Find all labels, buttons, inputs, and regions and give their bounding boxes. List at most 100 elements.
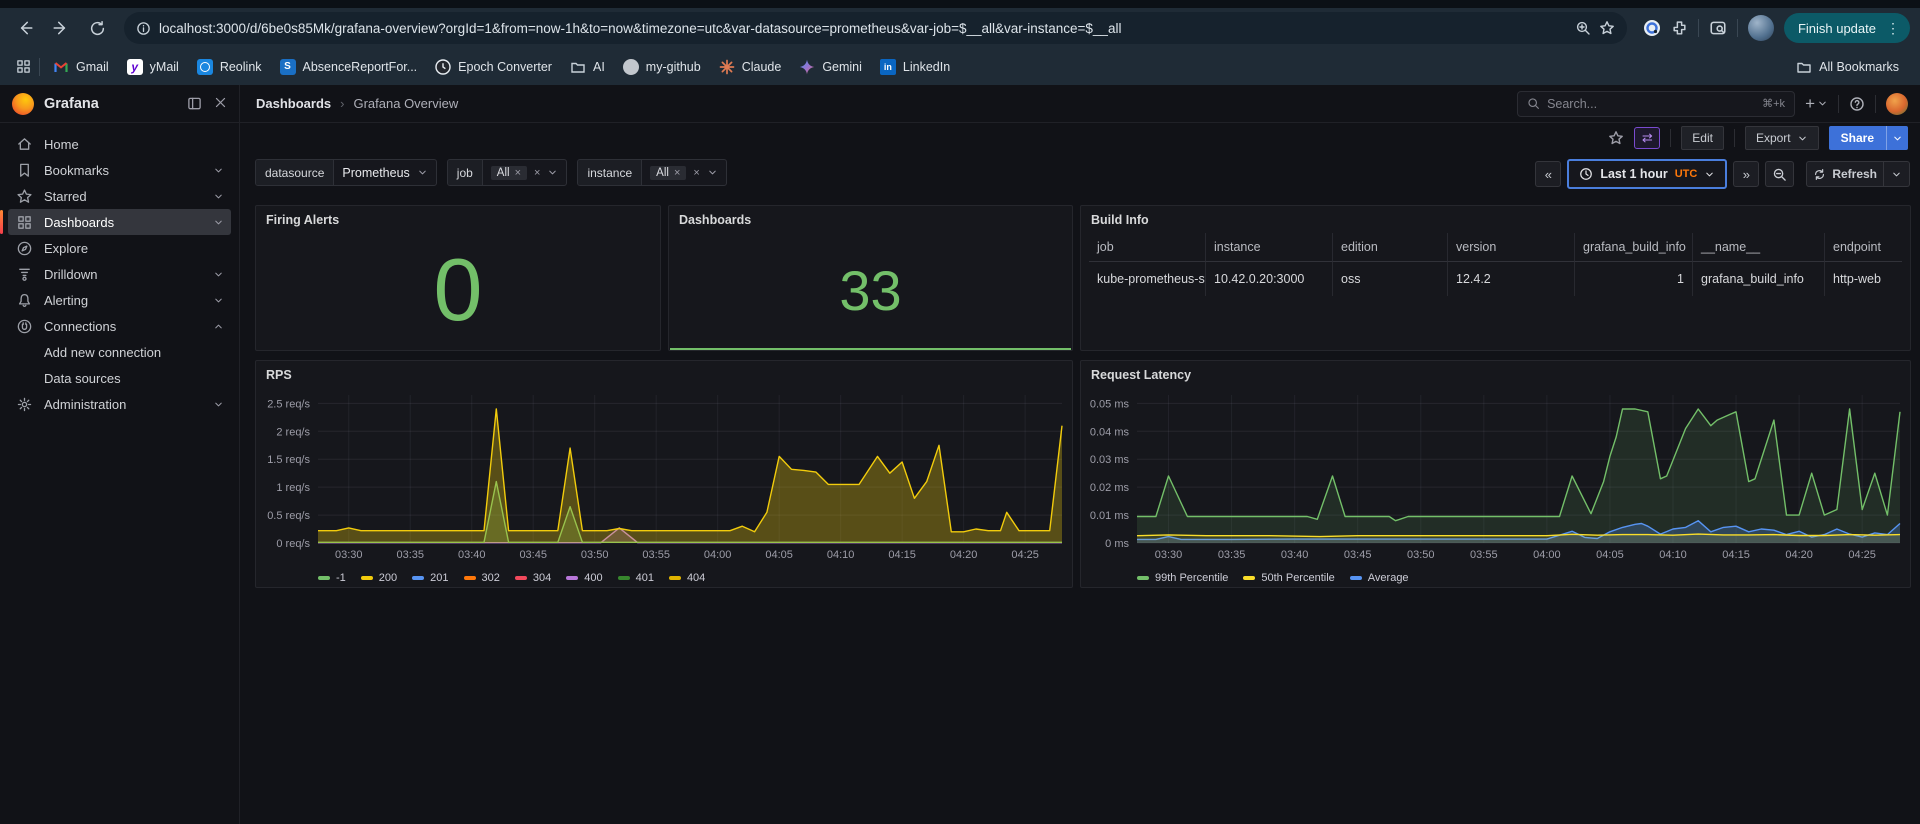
legend-item-99th-Percentile[interactable]: 99th Percentile [1137, 572, 1228, 584]
table-header-__name__[interactable]: __name__ [1692, 233, 1824, 262]
sidebar-item-drilldown[interactable]: Drilldown [8, 261, 231, 287]
panel-title[interactable]: Firing Alerts [256, 206, 660, 231]
all-bookmarks-button[interactable]: All Bookmarks [1787, 55, 1908, 79]
panel-title[interactable]: RPS [256, 361, 1072, 386]
variable-chip[interactable]: All × [490, 165, 528, 180]
table-header-job[interactable]: job [1089, 233, 1205, 262]
bookmark-item[interactable]: Reolink [188, 55, 271, 79]
chart-svg[interactable]: 0 ms 0.01 ms 0.02 ms 0.03 ms 0.04 ms 0.05 ms 0… [1081, 387, 1910, 585]
edit-button[interactable]: Edit [1681, 126, 1724, 150]
panel-title[interactable]: Dashboards [669, 206, 1072, 231]
close-sidebar-icon[interactable] [214, 96, 227, 111]
favorite-star-icon[interactable] [1608, 130, 1624, 146]
grafana-logo-icon[interactable] [12, 92, 34, 115]
datasource-swap-icon[interactable]: ⇄ [1634, 127, 1661, 149]
legend-item-304[interactable]: 304 [514, 572, 551, 584]
legend-item-201[interactable]: 201 [412, 572, 449, 584]
clear-icon[interactable]: × [534, 167, 540, 179]
refresh-interval-dropdown[interactable] [1884, 161, 1910, 187]
rps-chart[interactable]: 0 req/s 0.5 req/s 1 req/s 1.5 req/s 2 req/s 2… [256, 387, 1072, 587]
back-icon[interactable] [10, 13, 40, 43]
legend-item-Average[interactable]: Average [1349, 572, 1409, 584]
sidebar-item-home[interactable]: Home [8, 131, 231, 157]
bookmark-item[interactable]: Gmail [44, 55, 118, 79]
sidebar-item-connections[interactable]: Connections [8, 313, 231, 339]
bookmark-item[interactable]: in LinkedIn [871, 55, 959, 79]
sidebar-item-administration[interactable]: Administration [8, 391, 231, 417]
table-header-version[interactable]: version [1447, 233, 1574, 262]
url-bar[interactable]: localhost:3000/d/6be0s85Mk/grafana-overv… [124, 12, 1627, 44]
table-header-instance[interactable]: instance [1205, 233, 1332, 262]
share-button[interactable]: Share [1828, 126, 1886, 150]
legend-item-400[interactable]: 400 [566, 572, 603, 584]
extensions-puzzle-icon[interactable] [1671, 20, 1688, 37]
legend-item-50th-Percentile[interactable]: 50th Percentile [1243, 572, 1335, 584]
help-icon[interactable] [1849, 96, 1865, 112]
finish-update-button[interactable]: Finish update ⋮ [1783, 13, 1910, 43]
tab-search-icon[interactable] [1709, 19, 1727, 37]
sidebar-item-bookmarks[interactable]: Bookmarks [8, 157, 231, 183]
variable-value[interactable]: All × × [642, 160, 726, 185]
table-header-endpoint[interactable]: endpoint [1824, 233, 1902, 262]
sidebar-item-starred[interactable]: Starred [8, 183, 231, 209]
sidebar-item-dashboards[interactable]: Dashboards [0, 209, 231, 235]
breadcrumb-dashboards[interactable]: Dashboards [256, 96, 331, 111]
extension-key-icon[interactable] [1643, 19, 1661, 37]
clear-icon[interactable]: × [693, 167, 699, 179]
remove-value-icon[interactable]: × [515, 167, 521, 179]
user-avatar[interactable] [1886, 92, 1908, 115]
variable-instance[interactable]: instance All × × [577, 159, 727, 186]
remove-value-icon[interactable]: × [674, 167, 680, 179]
forward-icon[interactable] [46, 13, 76, 43]
bookmark-item[interactable]: Claude [710, 55, 791, 79]
table-header-grafana_build_info[interactable]: grafana_build_info [1574, 233, 1692, 262]
legend-item-302[interactable]: 302 [463, 572, 500, 584]
chart-svg[interactable]: 0 req/s 0.5 req/s 1 req/s 1.5 req/s 2 req/s 2… [256, 387, 1072, 585]
panel-title[interactable]: Build Info [1081, 206, 1910, 231]
add-button[interactable]: + [1805, 94, 1828, 114]
zoom-icon[interactable] [1575, 20, 1591, 36]
time-shift-back-button[interactable]: « [1535, 161, 1562, 187]
bookmark-star-icon[interactable] [1599, 20, 1615, 36]
reload-icon[interactable] [82, 13, 112, 43]
variable-value[interactable]: All × × [483, 160, 567, 185]
browser-profile-avatar[interactable] [1747, 15, 1774, 41]
panel-dashboards[interactable]: Dashboards 33 [668, 205, 1073, 351]
panel-firing-alerts[interactable]: Firing Alerts 0 [255, 205, 661, 351]
legend-item-404[interactable]: 404 [668, 572, 705, 584]
panel-rps[interactable]: RPS 0 req/s 0.5 req/s 1 req/s 1.5 req/s 2 re… [255, 360, 1073, 588]
export-button[interactable]: Export [1744, 126, 1819, 150]
dock-sidebar-icon[interactable] [187, 96, 202, 111]
time-shift-forward-button[interactable]: » [1733, 161, 1760, 187]
sidebar-item-add-new-connection[interactable]: Add new connection [8, 339, 231, 365]
legend-item-200[interactable]: 200 [360, 572, 397, 584]
panel-request-latency[interactable]: Request Latency 0 ms 0.01 ms 0.02 ms 0.03 m… [1080, 360, 1911, 588]
variable-value[interactable]: Prometheus [334, 160, 435, 185]
legend-item--1[interactable]: -1 [318, 572, 346, 584]
sidebar-item-alerting[interactable]: Alerting [8, 287, 231, 313]
sidebar-item-data-sources[interactable]: Data sources [8, 365, 231, 391]
variable-datasource[interactable]: datasource Prometheus [255, 159, 437, 186]
refresh-button[interactable]: Refresh [1806, 161, 1884, 187]
site-info-icon[interactable] [136, 21, 151, 36]
table-header-edition[interactable]: edition [1332, 233, 1447, 262]
zoom-out-button[interactable] [1765, 161, 1795, 187]
legend-item-401[interactable]: 401 [617, 572, 654, 584]
bookmark-item[interactable]: Gemini [790, 55, 871, 79]
variable-chip[interactable]: All × [650, 165, 687, 180]
bookmark-item[interactable]: S AbsenceReportFor... [271, 55, 427, 79]
time-range-picker[interactable]: Last 1 hour UTC [1567, 159, 1728, 189]
panel-title[interactable]: Request Latency [1081, 361, 1910, 386]
bookmark-item[interactable]: Epoch Converter [426, 55, 561, 79]
search-input[interactable]: Search... ⌘+k [1517, 90, 1796, 117]
sidebar-item-explore[interactable]: Explore [8, 235, 231, 261]
request-latency-chart[interactable]: 0 ms 0.01 ms 0.02 ms 0.03 ms 0.04 ms 0.05 ms 0… [1081, 387, 1910, 587]
browser-menu-icon[interactable]: ⋮ [1882, 20, 1904, 37]
bookmark-item[interactable]: y yMail [118, 55, 188, 79]
apps-grid-icon[interactable] [12, 59, 35, 74]
url-text[interactable]: localhost:3000/d/6be0s85Mk/grafana-overv… [159, 21, 1567, 36]
variable-job[interactable]: job All × × [446, 159, 568, 186]
bookmark-item[interactable]: AI [561, 55, 614, 79]
bookmark-item[interactable]: my-github [614, 55, 710, 79]
panel-build-info[interactable]: Build Info job instance edition version graf… [1080, 205, 1911, 351]
